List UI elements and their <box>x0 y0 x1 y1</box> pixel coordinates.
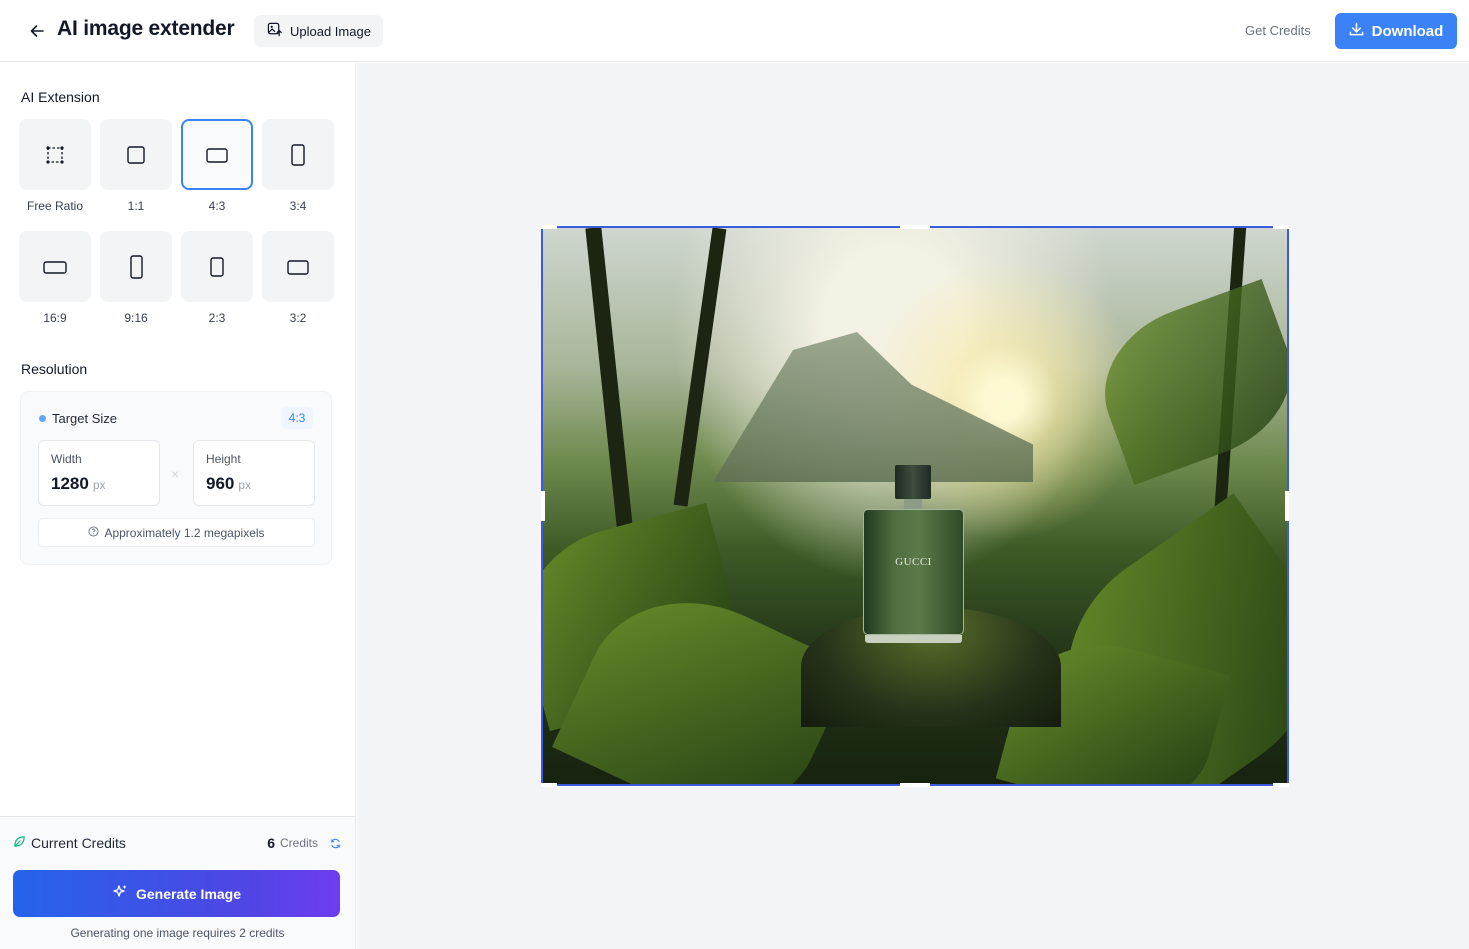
refresh-icon[interactable] <box>330 838 341 849</box>
current-credits-label: Current Credits <box>31 835 126 851</box>
get-credits-link[interactable]: Get Credits <box>1245 23 1311 38</box>
image-canvas: GUCCI <box>357 63 1469 949</box>
current-credits: Current Credits <box>13 835 126 851</box>
generate-image-label: Generate Image <box>135 885 242 902</box>
height-caption: Height <box>206 452 241 466</box>
ratio-option-1-1[interactable] <box>100 119 172 190</box>
resolution-heading: Resolution <box>21 361 88 377</box>
resize-handle-left[interactable] <box>541 491 545 521</box>
ratio-option-3-2[interactable] <box>262 231 334 302</box>
top-bar: AI image extender Upload Image Get Credi… <box>0 0 1469 62</box>
leaf-shape <box>1083 279 1287 485</box>
status-dot-icon <box>39 415 46 422</box>
ratio-label-3-2: 3:2 <box>289 311 307 325</box>
megapixels-info: Approximately 1.2 megapixels <box>38 518 315 547</box>
ratio-label-16-9: 16:9 <box>43 311 67 325</box>
bottle-brand-label: GUCCI <box>895 556 932 568</box>
back-arrow-icon[interactable] <box>26 20 48 42</box>
height-unit: px <box>238 478 252 492</box>
height-value: 960 px <box>206 474 252 493</box>
width-caption: Width <box>51 452 82 466</box>
ratio-option-free[interactable] <box>19 119 91 190</box>
bottle-cap <box>895 465 931 499</box>
page-title: AI image extender <box>57 17 235 40</box>
sparkle-icon <box>112 884 128 903</box>
landscape-icon <box>287 259 309 275</box>
resize-handle-corner[interactable] <box>541 783 557 787</box>
help-circle-icon <box>88 525 99 540</box>
resize-handle-top[interactable] <box>900 225 930 229</box>
tall-icon <box>130 254 143 279</box>
leaf-icon <box>13 835 26 851</box>
download-label: Download <box>1371 22 1444 40</box>
ai-extension-heading: AI Extension <box>21 89 100 105</box>
settings-sidebar: AI Extension Free Ratio 1:1 4:3 3:4 16:9… <box>0 63 356 949</box>
bottle-base <box>865 635 962 643</box>
free-ratio-icon <box>46 145 64 164</box>
image-upload-icon <box>267 22 282 40</box>
square-icon <box>127 145 145 164</box>
ratio-option-2-3[interactable] <box>181 231 253 302</box>
perfume-bottle: GUCCI <box>863 509 964 635</box>
resolution-card: Target Size 4:3 Width 1280 px × Height 96… <box>20 391 332 565</box>
ratio-option-4-3[interactable] <box>181 119 253 190</box>
megapixels-text: Approximately 1.2 megapixels <box>104 525 265 540</box>
resize-handle-corner[interactable] <box>1273 225 1289 229</box>
ratio-label-9-16: 9:16 <box>124 311 148 325</box>
resize-handle-bottom[interactable] <box>900 783 930 787</box>
ratio-label-free: Free Ratio <box>26 199 84 213</box>
credits-value: 6 <box>267 835 275 851</box>
mountain-shape <box>713 332 1033 482</box>
height-field[interactable]: Height 960 px <box>193 440 315 506</box>
credits-footer: Current Credits 6 Credits Generate Image… <box>0 816 355 949</box>
resize-handle-corner[interactable] <box>541 225 557 229</box>
ratio-label-3-4: 3:4 <box>289 199 307 213</box>
upload-image-label: Upload Image <box>290 23 371 39</box>
bottle-neck <box>904 499 922 509</box>
width-value: 1280 px <box>51 474 106 493</box>
upload-image-button[interactable]: Upload Image <box>254 15 383 47</box>
extension-frame[interactable]: GUCCI <box>541 225 1289 787</box>
resize-handle-corner[interactable] <box>1273 783 1289 787</box>
tree-trunk <box>673 227 727 507</box>
credits-balance: 6 Credits <box>267 835 341 851</box>
product-photo: GUCCI <box>543 227 1287 785</box>
ratio-label-1-1: 1:1 <box>127 199 145 213</box>
ratio-label-4-3: 4:3 <box>208 199 226 213</box>
resize-handle-right[interactable] <box>1285 491 1289 521</box>
ratio-option-3-4[interactable] <box>262 119 334 190</box>
multiply-sign: × <box>171 466 180 482</box>
download-button[interactable]: Download <box>1335 13 1457 49</box>
width-field[interactable]: Width 1280 px <box>38 440 160 506</box>
credits-unit: Credits <box>279 836 318 850</box>
wide-icon <box>43 260 67 274</box>
ratio-option-9-16[interactable] <box>100 231 172 302</box>
generate-image-button[interactable]: Generate Image <box>13 870 340 917</box>
download-icon <box>1349 22 1364 41</box>
ratio-badge: 4:3 <box>281 407 313 429</box>
credits-requirement-note: Generating one image requires 2 credits <box>70 926 285 940</box>
tree-trunk <box>585 227 633 528</box>
portrait-icon <box>210 256 224 277</box>
portrait-icon <box>291 143 305 166</box>
target-size-label: Target Size <box>52 411 118 426</box>
landscape-icon <box>206 147 228 163</box>
width-unit: px <box>92 478 106 492</box>
ratio-label-2-3: 2:3 <box>208 311 226 325</box>
ratio-option-16-9[interactable] <box>19 231 91 302</box>
